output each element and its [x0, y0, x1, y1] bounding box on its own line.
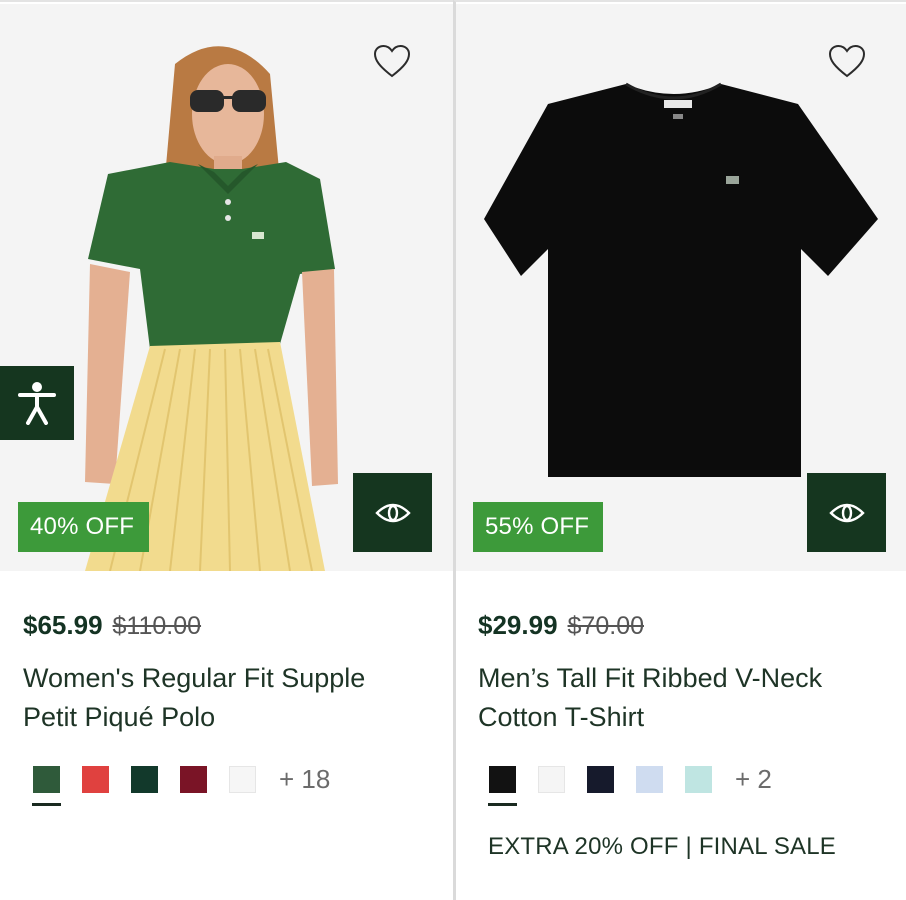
- product-grid: 40% OFF $65.99 $110.00 Women's Regular F…: [0, 0, 906, 900]
- product-card[interactable]: 55% OFF $29.99 $70.00 Men’s Tall Fit Rib…: [453, 0, 906, 900]
- more-colors-link[interactable]: + 18: [279, 764, 330, 795]
- product-title-line: Men’s Tall Fit Ribbed V-Neck: [478, 663, 823, 693]
- eye-icon: [374, 503, 411, 522]
- wishlist-heart-icon[interactable]: [373, 44, 411, 80]
- product-title-line: Women's Regular Fit Supple: [23, 663, 366, 693]
- product-title[interactable]: Women's Regular Fit Supple Petit Piqué P…: [23, 659, 423, 737]
- price-row: $65.99 $110.00: [23, 610, 201, 641]
- product-title[interactable]: Men’s Tall Fit Ribbed V-Neck Cotton T-Sh…: [478, 659, 878, 737]
- product-card[interactable]: 40% OFF $65.99 $110.00 Women's Regular F…: [0, 0, 453, 900]
- discount-badge: 55% OFF: [473, 502, 603, 552]
- color-swatch[interactable]: [488, 766, 517, 806]
- discount-badge: 40% OFF: [18, 502, 149, 552]
- color-swatches: + 18: [32, 764, 330, 806]
- quick-view-button[interactable]: [353, 473, 432, 552]
- wishlist-heart-icon[interactable]: [828, 44, 866, 80]
- sale-price: $65.99: [23, 610, 103, 640]
- original-price: $110.00: [112, 612, 202, 640]
- original-price: $70.00: [567, 612, 644, 640]
- color-swatch[interactable]: [180, 766, 207, 793]
- eye-icon: [828, 503, 865, 522]
- product-title-line: Cotton T-Shirt: [478, 702, 645, 732]
- color-swatch[interactable]: [32, 766, 61, 806]
- accessibility-button[interactable]: [0, 366, 74, 440]
- quick-view-button[interactable]: [807, 473, 886, 552]
- promo-text: EXTRA 20% OFF | FINAL SALE: [488, 833, 836, 860]
- sale-price: $29.99: [478, 610, 558, 640]
- price-row: $29.99 $70.00: [478, 610, 644, 641]
- color-swatch[interactable]: [229, 766, 256, 793]
- color-swatch[interactable]: [538, 766, 565, 793]
- color-swatches: + 2: [488, 764, 772, 806]
- color-swatch[interactable]: [82, 766, 109, 793]
- accessibility-person-icon: [18, 382, 56, 425]
- color-swatch[interactable]: [685, 766, 712, 793]
- color-swatch[interactable]: [636, 766, 663, 793]
- color-swatch[interactable]: [587, 766, 614, 793]
- product-title-line: Petit Piqué Polo: [23, 702, 216, 732]
- color-swatch[interactable]: [131, 766, 158, 793]
- more-colors-link[interactable]: + 2: [735, 764, 772, 795]
